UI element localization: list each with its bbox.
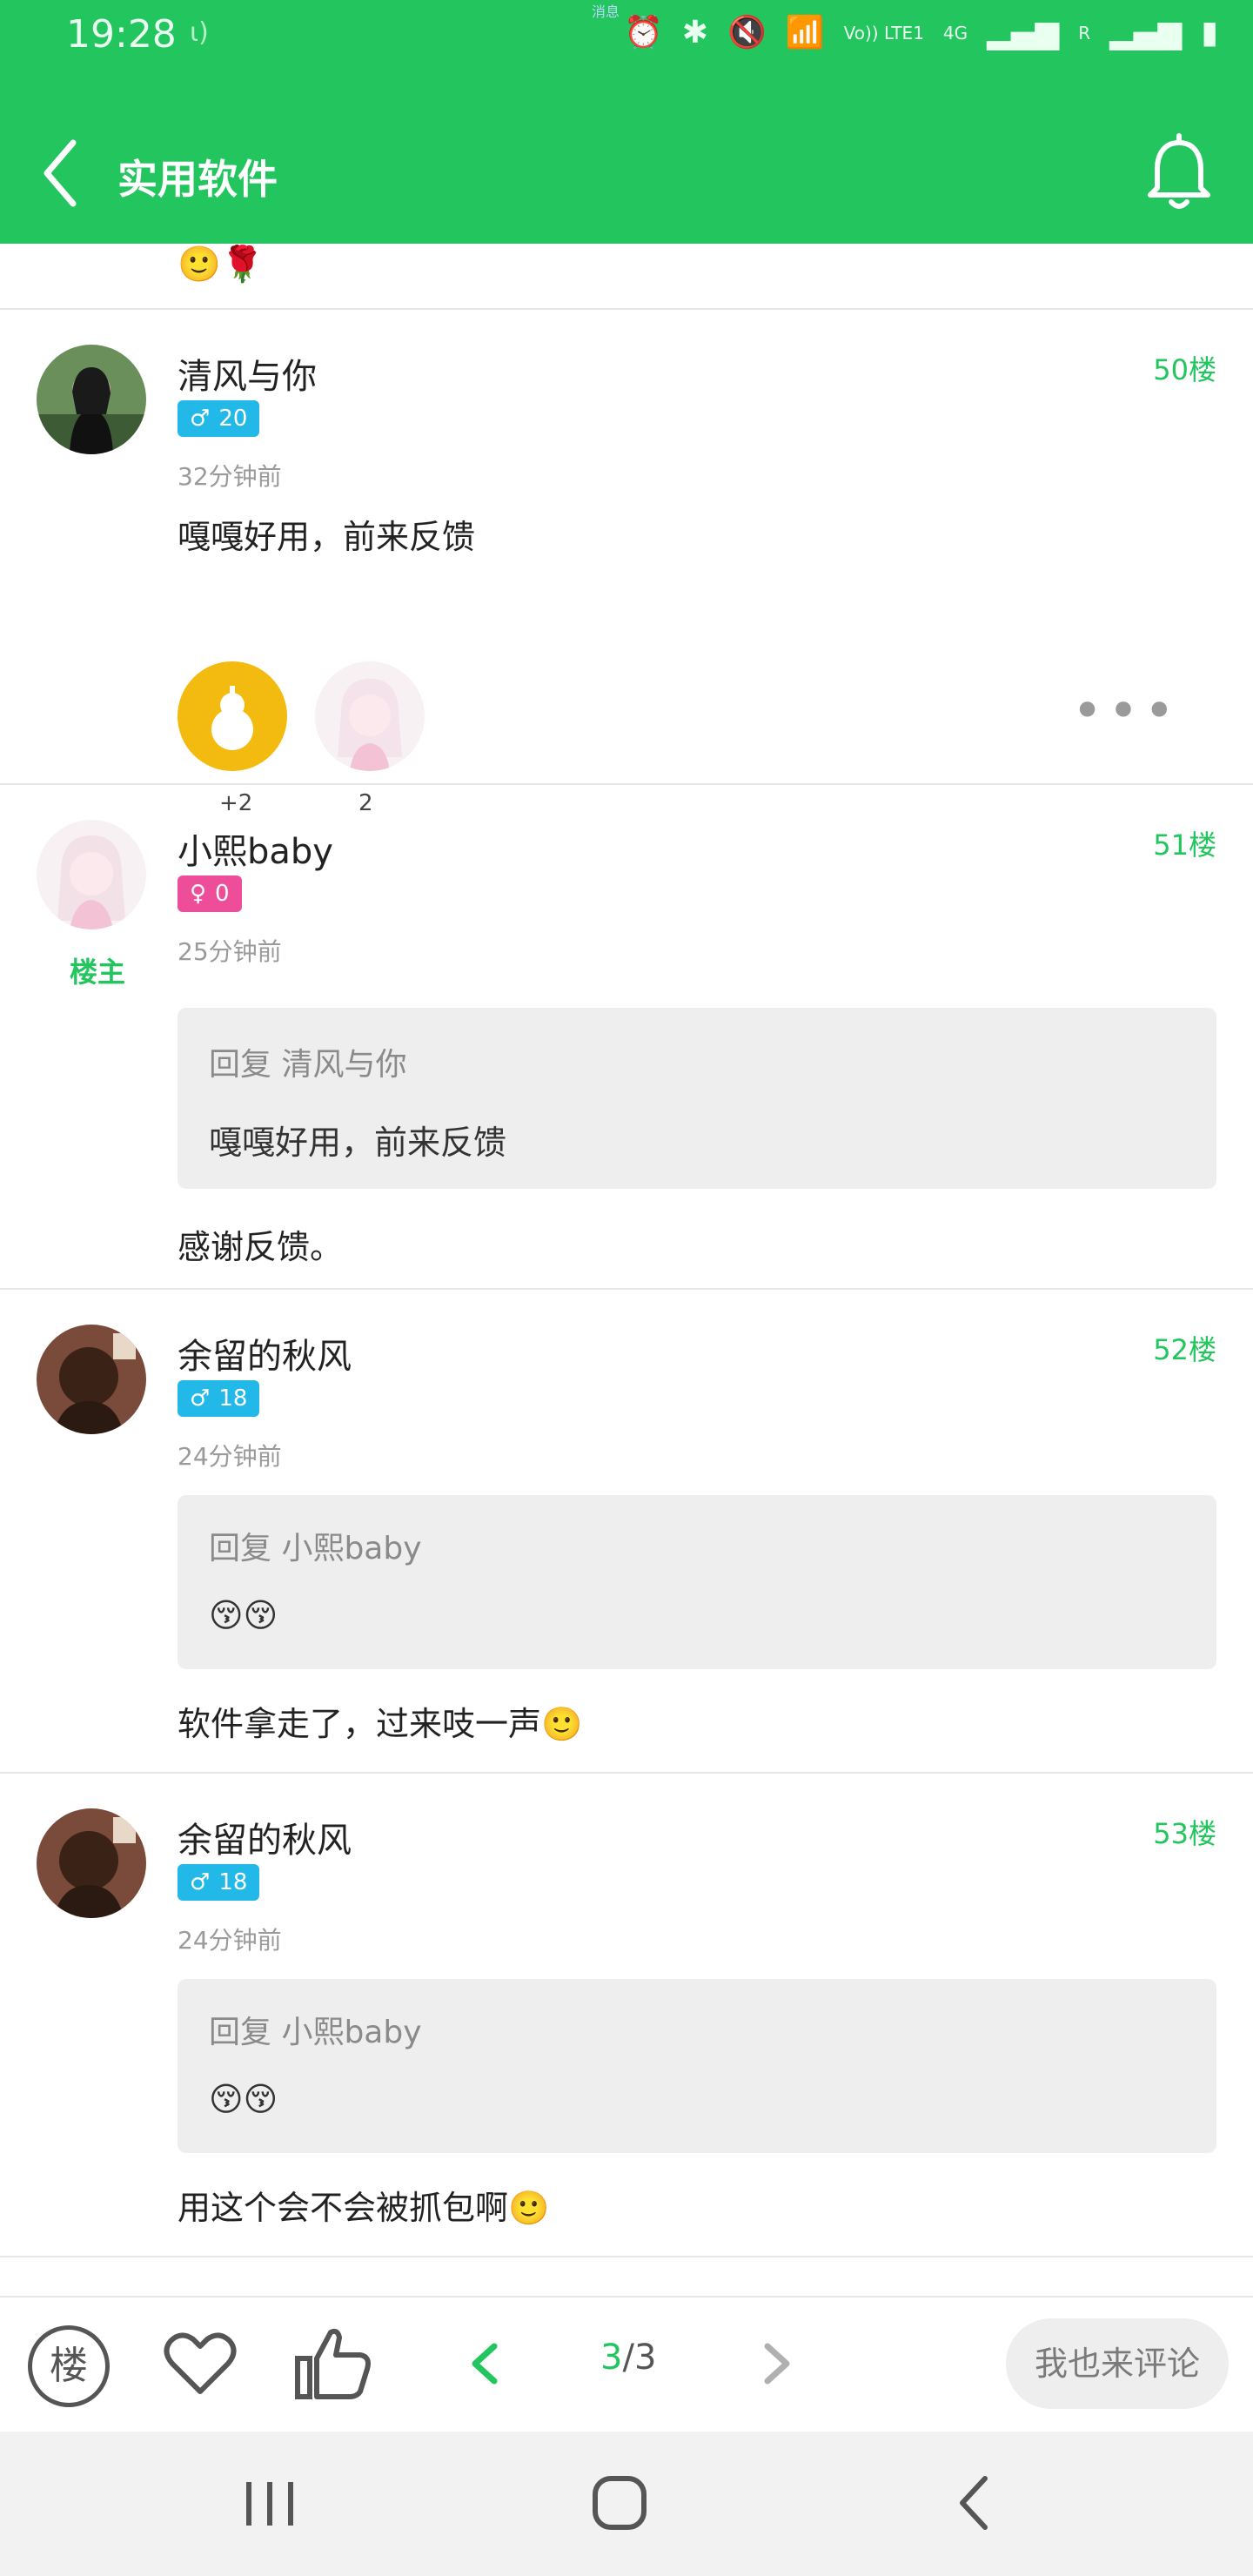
top-header: 19:28 ɩ) 消息 ⏰ ✱ 🔇 📶 Vo)) LTE1 4G ▂▄▆ R ▂… bbox=[0, 0, 1253, 244]
roaming-label: R bbox=[1078, 23, 1091, 44]
male-icon: ♂ bbox=[190, 1869, 211, 1895]
gourd-reward-icon[interactable] bbox=[178, 661, 287, 771]
comment-text: 用这个会不会被抓包啊🙂 bbox=[178, 2189, 550, 2227]
host-label: 楼主 bbox=[70, 956, 126, 989]
female-icon: ♀ bbox=[190, 881, 207, 907]
page-indicator: 3/3 bbox=[600, 2338, 656, 2378]
net-type-label: 4G bbox=[942, 23, 968, 44]
current-page: 3 bbox=[600, 2338, 623, 2378]
timestamp: 32分钟前 bbox=[178, 462, 282, 491]
comment-post: 余留的秋风 52楼 ♂ 18 24分钟前 回复 小熙baby 😚😚 软件拿走了，… bbox=[0, 1290, 1253, 1774]
emoji-text: 🙂🌹 bbox=[178, 245, 265, 285]
level-number: 18 bbox=[218, 1385, 248, 1412]
reply-text: 😚😚 bbox=[209, 2080, 278, 2118]
system-back-icon[interactable] bbox=[940, 2468, 1009, 2538]
comment-text: 软件拿走了，过来吱一声🙂 bbox=[178, 1705, 583, 1743]
comment-post: 余留的秋风 53楼 ♂ 18 24分钟前 回复 小熙baby 😚😚 用这个会不会… bbox=[0, 1774, 1253, 2257]
volte-label: Vo)) LTE1 bbox=[843, 23, 924, 44]
bottom-action-bar: 楼 3/3 我也来评论 bbox=[0, 2296, 1253, 2433]
comment-text: 感谢反馈。 bbox=[178, 1228, 344, 1266]
bluetooth-icon: ✱ bbox=[681, 15, 708, 50]
male-icon: ♂ bbox=[190, 1385, 211, 1412]
page-title: 实用软件 bbox=[117, 156, 278, 203]
comment-post: 楼主 小熙baby 51楼 ♀ 0 25分钟前 回复 清风与你 嘎嘎好用，前来反… bbox=[0, 785, 1253, 1290]
app-bar: 实用软件 bbox=[0, 131, 1253, 218]
total-pages: 3 bbox=[633, 2338, 657, 2378]
username[interactable]: 小熙baby bbox=[178, 823, 333, 874]
quoted-reply[interactable]: 回复 小熙baby 😚😚 bbox=[178, 1979, 1216, 2153]
reply-label: 回复 清风与你 bbox=[209, 1047, 407, 1083]
reply-text: 😚😚 bbox=[209, 1596, 278, 1634]
status-center-text: 消息 bbox=[592, 3, 620, 20]
home-icon[interactable] bbox=[585, 2468, 654, 2538]
level-badge: ♂ 18 bbox=[178, 1864, 260, 1901]
write-comment-button[interactable]: 我也来评论 bbox=[1006, 2318, 1229, 2409]
avatar[interactable] bbox=[37, 1808, 146, 1918]
timestamp: 24分钟前 bbox=[178, 1926, 282, 1955]
status-bar: 19:28 ɩ) 消息 ⏰ ✱ 🔇 📶 Vo)) LTE1 4G ▂▄▆ R ▂… bbox=[0, 0, 1253, 78]
level-number: 18 bbox=[218, 1869, 248, 1895]
avatar[interactable] bbox=[37, 1325, 146, 1434]
bell-icon[interactable] bbox=[1140, 131, 1218, 218]
level-number: 0 bbox=[215, 881, 230, 907]
status-icons: ⏰ ✱ 🔇 📶 Vo)) LTE1 4G ▂▄▆ R ▂▄▆ ▮ bbox=[624, 14, 1218, 52]
avatar[interactable] bbox=[37, 820, 146, 929]
more-options-icon[interactable]: ••• bbox=[1072, 681, 1180, 741]
floor-number: 51楼 bbox=[1153, 828, 1216, 862]
username[interactable]: 余留的秋风 bbox=[178, 1812, 352, 1862]
floor-number: 53楼 bbox=[1153, 1817, 1216, 1850]
back-arrow-icon[interactable] bbox=[35, 136, 87, 211]
avatar[interactable] bbox=[37, 345, 146, 454]
reply-label: 回复 小熙baby bbox=[209, 2015, 422, 2050]
comment-post: 清风与你 50楼 ♂ 20 32分钟前 嘎嘎好用，前来反馈 +2 2 ••• bbox=[0, 310, 1253, 816]
quoted-reply[interactable]: 回复 清风与你 嘎嘎好用，前来反馈 bbox=[178, 1008, 1216, 1189]
recent-apps-icon[interactable] bbox=[235, 2473, 305, 2534]
status-time: 19:28 bbox=[66, 12, 177, 57]
previous-post-tail: 🙂🌹 bbox=[0, 244, 1253, 310]
level-badge: ♀ 0 bbox=[178, 875, 242, 912]
male-icon: ♂ bbox=[190, 406, 211, 432]
reply-text: 嘎嘎好用，前来反馈 bbox=[209, 1124, 507, 1162]
battery-icon: ▮ bbox=[1201, 15, 1218, 50]
system-nav-bar bbox=[0, 2432, 1253, 2576]
signal-icon-2: ▂▄▆ bbox=[1109, 15, 1183, 50]
floor-number: 52楼 bbox=[1153, 1333, 1216, 1366]
reward-user-avatar[interactable] bbox=[315, 661, 425, 771]
level-badge: ♂ 20 bbox=[178, 400, 260, 437]
heart-icon[interactable] bbox=[157, 2320, 244, 2407]
level-number: 20 bbox=[218, 406, 248, 432]
signal-icon: ▂▄▆ bbox=[987, 15, 1060, 50]
page-separator: / bbox=[622, 2338, 634, 2378]
comment-feed[interactable]: 🙂🌹 清风与你 50楼 ♂ 20 32分钟前 嘎嘎好用，前来反馈 +2 2 ••… bbox=[0, 244, 1253, 2257]
thumbs-up-icon[interactable] bbox=[291, 2320, 378, 2407]
next-page-icon[interactable] bbox=[745, 2320, 807, 2407]
floor-number: 50楼 bbox=[1153, 353, 1216, 386]
jump-to-floor-button[interactable]: 楼 bbox=[28, 2325, 110, 2407]
mute-icon: 🔇 bbox=[727, 15, 767, 50]
prev-page-icon[interactable] bbox=[452, 2320, 515, 2407]
username[interactable]: 余留的秋风 bbox=[178, 1328, 352, 1379]
wifi-icon: 📶 bbox=[785, 15, 825, 50]
quoted-reply[interactable]: 回复 小熙baby 😚😚 bbox=[178, 1495, 1216, 1669]
username[interactable]: 清风与你 bbox=[178, 348, 317, 399]
timestamp: 25分钟前 bbox=[178, 937, 282, 966]
level-badge: ♂ 18 bbox=[178, 1380, 260, 1417]
alarm-icon: ⏰ bbox=[623, 15, 663, 50]
nfc-icon: ɩ) bbox=[190, 17, 209, 48]
comment-text: 嘎嘎好用，前来反馈 bbox=[178, 518, 476, 556]
reply-label: 回复 小熙baby bbox=[209, 1531, 422, 1566]
timestamp: 24分钟前 bbox=[178, 1442, 282, 1471]
